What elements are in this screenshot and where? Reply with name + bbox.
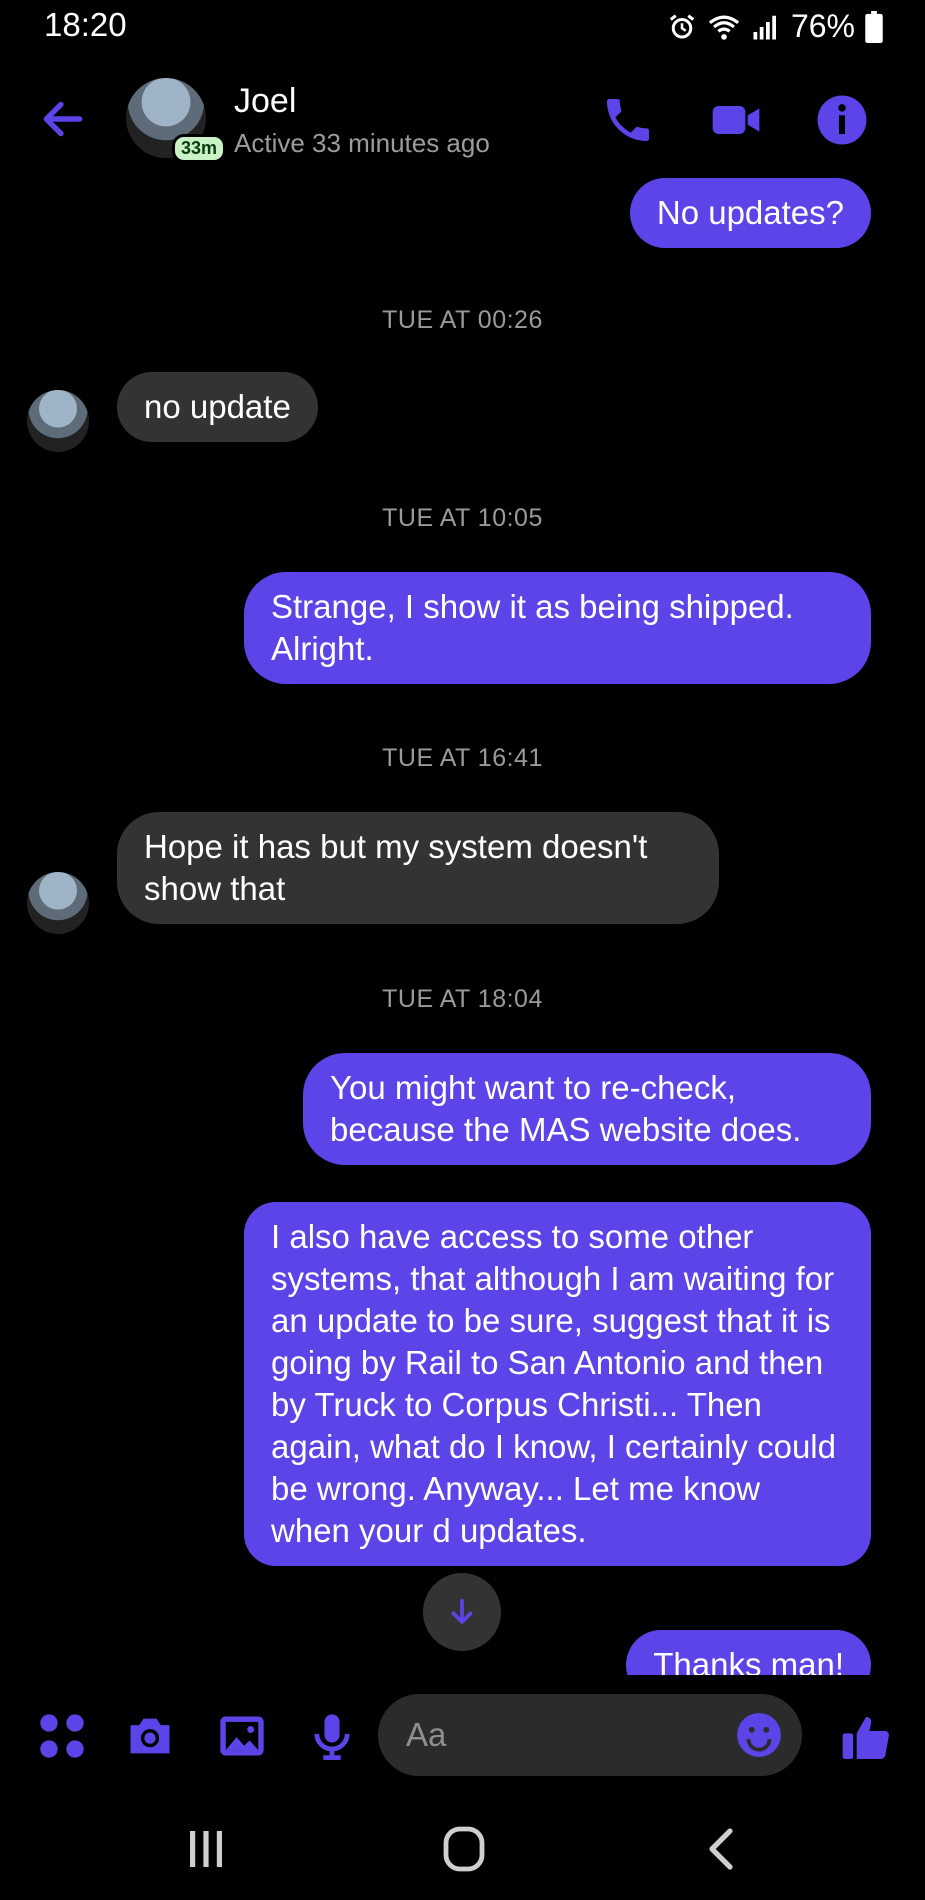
camera-icon[interactable] xyxy=(124,1710,176,1762)
wifi-icon xyxy=(708,15,740,40)
active-status: Active 33 minutes ago xyxy=(234,128,490,158)
composer-bar: Aa xyxy=(0,1690,925,1780)
message-input-placeholder: Aa xyxy=(406,1716,447,1753)
signal-icon xyxy=(753,15,776,39)
timestamp: TUE AT 10:05 xyxy=(382,504,543,532)
chevron-down-icon xyxy=(451,1598,473,1624)
timestamp: TUE AT 16:41 xyxy=(382,744,543,772)
video-icon[interactable] xyxy=(708,92,764,148)
battery-percent: 76% xyxy=(790,8,855,44)
message-outgoing[interactable]: Strange, I show it as being shipped. Alr… xyxy=(244,572,871,684)
scroll-to-bottom-button[interactable] xyxy=(423,1573,501,1651)
home-icon[interactable] xyxy=(434,1824,494,1874)
chat-header: 33m Joel Active 33 minutes ago xyxy=(0,70,925,170)
sender-avatar[interactable] xyxy=(27,390,89,452)
message-outgoing[interactable]: Thanks man! xyxy=(626,1630,871,1675)
timestamp: TUE AT 00:26 xyxy=(382,306,543,334)
status-time: 18:20 xyxy=(44,6,127,43)
back-nav-icon[interactable] xyxy=(692,1824,752,1874)
message-outgoing[interactable]: I also have access to some other systems… xyxy=(244,1202,871,1566)
emoji-icon[interactable] xyxy=(734,1710,784,1760)
message-list[interactable]: No updates? TUE AT 00:26 no update TUE A… xyxy=(0,170,925,1675)
system-nav-bar xyxy=(0,1800,925,1900)
phone-icon[interactable] xyxy=(600,92,656,148)
status-bar: 18:20 76% xyxy=(0,0,925,56)
apps-icon[interactable] xyxy=(36,1710,88,1762)
battery-icon xyxy=(865,10,883,43)
sender-avatar[interactable] xyxy=(27,872,89,934)
alarm-icon xyxy=(669,14,695,38)
mic-icon[interactable] xyxy=(306,1710,358,1762)
message-input[interactable]: Aa xyxy=(378,1694,802,1776)
back-arrow-icon[interactable] xyxy=(38,94,88,144)
info-icon[interactable] xyxy=(814,92,870,148)
timestamp: TUE AT 18:04 xyxy=(382,985,543,1013)
message-outgoing[interactable]: You might want to re-check, because the … xyxy=(303,1053,871,1165)
contact-name[interactable]: Joel xyxy=(234,82,296,121)
thumbs-up-icon[interactable] xyxy=(838,1710,894,1766)
active-badge: 33m xyxy=(172,134,227,163)
message-outgoing[interactable]: No updates? xyxy=(629,178,871,248)
status-right: 76% xyxy=(667,8,883,45)
recents-icon[interactable] xyxy=(176,1824,236,1874)
gallery-icon[interactable] xyxy=(216,1710,268,1762)
message-incoming[interactable]: no update xyxy=(117,372,318,442)
message-incoming[interactable]: Hope it has but my system doesn't show t… xyxy=(117,812,719,924)
